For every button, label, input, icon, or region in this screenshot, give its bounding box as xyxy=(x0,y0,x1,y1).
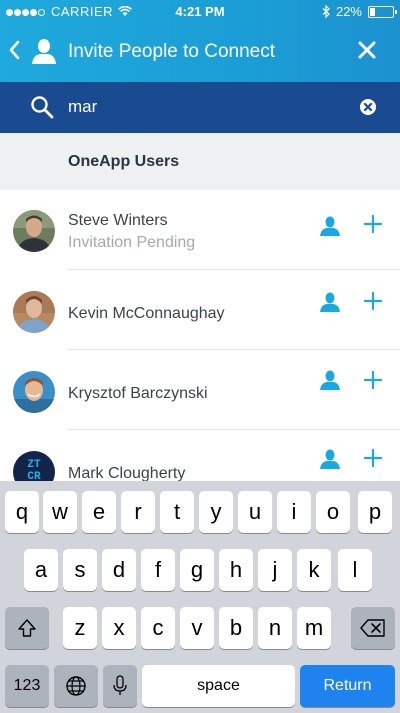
key-k[interactable]: k xyxy=(297,549,331,591)
key-o[interactable]: o xyxy=(316,491,350,533)
search-bar xyxy=(0,82,400,133)
section-header: OneApp Users xyxy=(0,133,400,190)
add-plus-icon[interactable] xyxy=(364,215,382,233)
backspace-key[interactable] xyxy=(351,607,395,649)
section-label: OneApp Users xyxy=(68,153,180,170)
space-key[interactable]: space xyxy=(142,665,295,707)
globe-icon xyxy=(66,676,86,696)
key-u[interactable]: u xyxy=(238,491,272,533)
key-s[interactable]: s xyxy=(63,549,97,591)
search-input[interactable] xyxy=(68,94,338,120)
key-l[interactable]: l xyxy=(338,549,372,591)
profile-person-icon[interactable] xyxy=(320,449,340,469)
key-a[interactable]: a xyxy=(24,549,58,591)
add-plus-icon[interactable] xyxy=(364,371,382,389)
backspace-icon xyxy=(360,619,385,637)
key-h[interactable]: h xyxy=(219,549,253,591)
person-icon xyxy=(32,39,56,64)
avatar xyxy=(13,210,55,252)
key-g[interactable]: g xyxy=(180,549,214,591)
dictation-key[interactable] xyxy=(103,665,137,707)
key-x[interactable]: x xyxy=(102,607,136,649)
title-row: Invite People to Connect xyxy=(0,30,400,74)
profile-person-icon[interactable] xyxy=(320,370,340,390)
page-title: Invite People to Connect xyxy=(68,41,276,62)
key-t[interactable]: t xyxy=(160,491,194,533)
key-b[interactable]: b xyxy=(219,607,253,649)
app-header: CARRIER 4:21 PM 22% Invite People to Con… xyxy=(0,0,400,82)
profile-person-icon[interactable] xyxy=(320,292,340,312)
avatar-text: ZT xyxy=(27,459,41,471)
search-icon xyxy=(31,96,54,119)
avatar xyxy=(13,291,55,333)
battery-percent: 22% xyxy=(335,4,362,19)
key-j[interactable]: j xyxy=(258,549,292,591)
status-right: 22% xyxy=(322,4,397,19)
close-icon[interactable] xyxy=(358,41,376,59)
clear-search-icon[interactable] xyxy=(359,98,377,116)
back-chevron-icon[interactable] xyxy=(8,40,20,60)
key-e[interactable]: e xyxy=(82,491,116,533)
globe-key[interactable] xyxy=(54,665,98,707)
contact-name: Steve Winters xyxy=(68,212,168,229)
keyboard: q w e r t y u i o p a s d f g h j k l z … xyxy=(0,481,400,713)
contact-name: Krysztof Barczynski xyxy=(68,385,208,402)
key-i[interactable]: i xyxy=(277,491,311,533)
key-d[interactable]: d xyxy=(102,549,136,591)
contact-name: Kevin McConnaughay xyxy=(68,305,225,322)
key-f[interactable]: f xyxy=(141,549,175,591)
add-plus-icon[interactable] xyxy=(364,449,382,467)
key-c[interactable]: c xyxy=(141,607,175,649)
bluetooth-icon xyxy=(322,5,330,18)
contact-row[interactable]: Steve Winters Invitation Pending xyxy=(0,190,400,270)
numbers-key[interactable]: 123 xyxy=(5,665,49,707)
key-r[interactable]: r xyxy=(121,491,155,533)
key-m[interactable]: m xyxy=(297,607,331,649)
key-w[interactable]: w xyxy=(43,491,77,533)
add-plus-icon[interactable] xyxy=(364,292,382,310)
battery-icon xyxy=(368,5,397,18)
profile-person-icon[interactable] xyxy=(320,216,340,236)
key-z[interactable]: z xyxy=(63,607,97,649)
contact-row[interactable]: Kevin McConnaughay xyxy=(0,270,400,350)
key-n[interactable]: n xyxy=(258,607,292,649)
key-p[interactable]: p xyxy=(358,491,392,533)
key-y[interactable]: y xyxy=(199,491,233,533)
return-key[interactable]: Return xyxy=(300,665,395,707)
contact-status: Invitation Pending xyxy=(68,234,196,251)
shift-key[interactable] xyxy=(5,607,49,649)
microphone-icon xyxy=(113,675,127,695)
avatar xyxy=(13,371,55,413)
shift-arrow-icon xyxy=(18,619,36,637)
key-v[interactable]: v xyxy=(180,607,214,649)
status-bar: CARRIER 4:21 PM 22% xyxy=(0,0,400,22)
contact-row[interactable]: Krysztof Barczynski xyxy=(0,350,400,430)
key-q[interactable]: q xyxy=(5,491,39,533)
